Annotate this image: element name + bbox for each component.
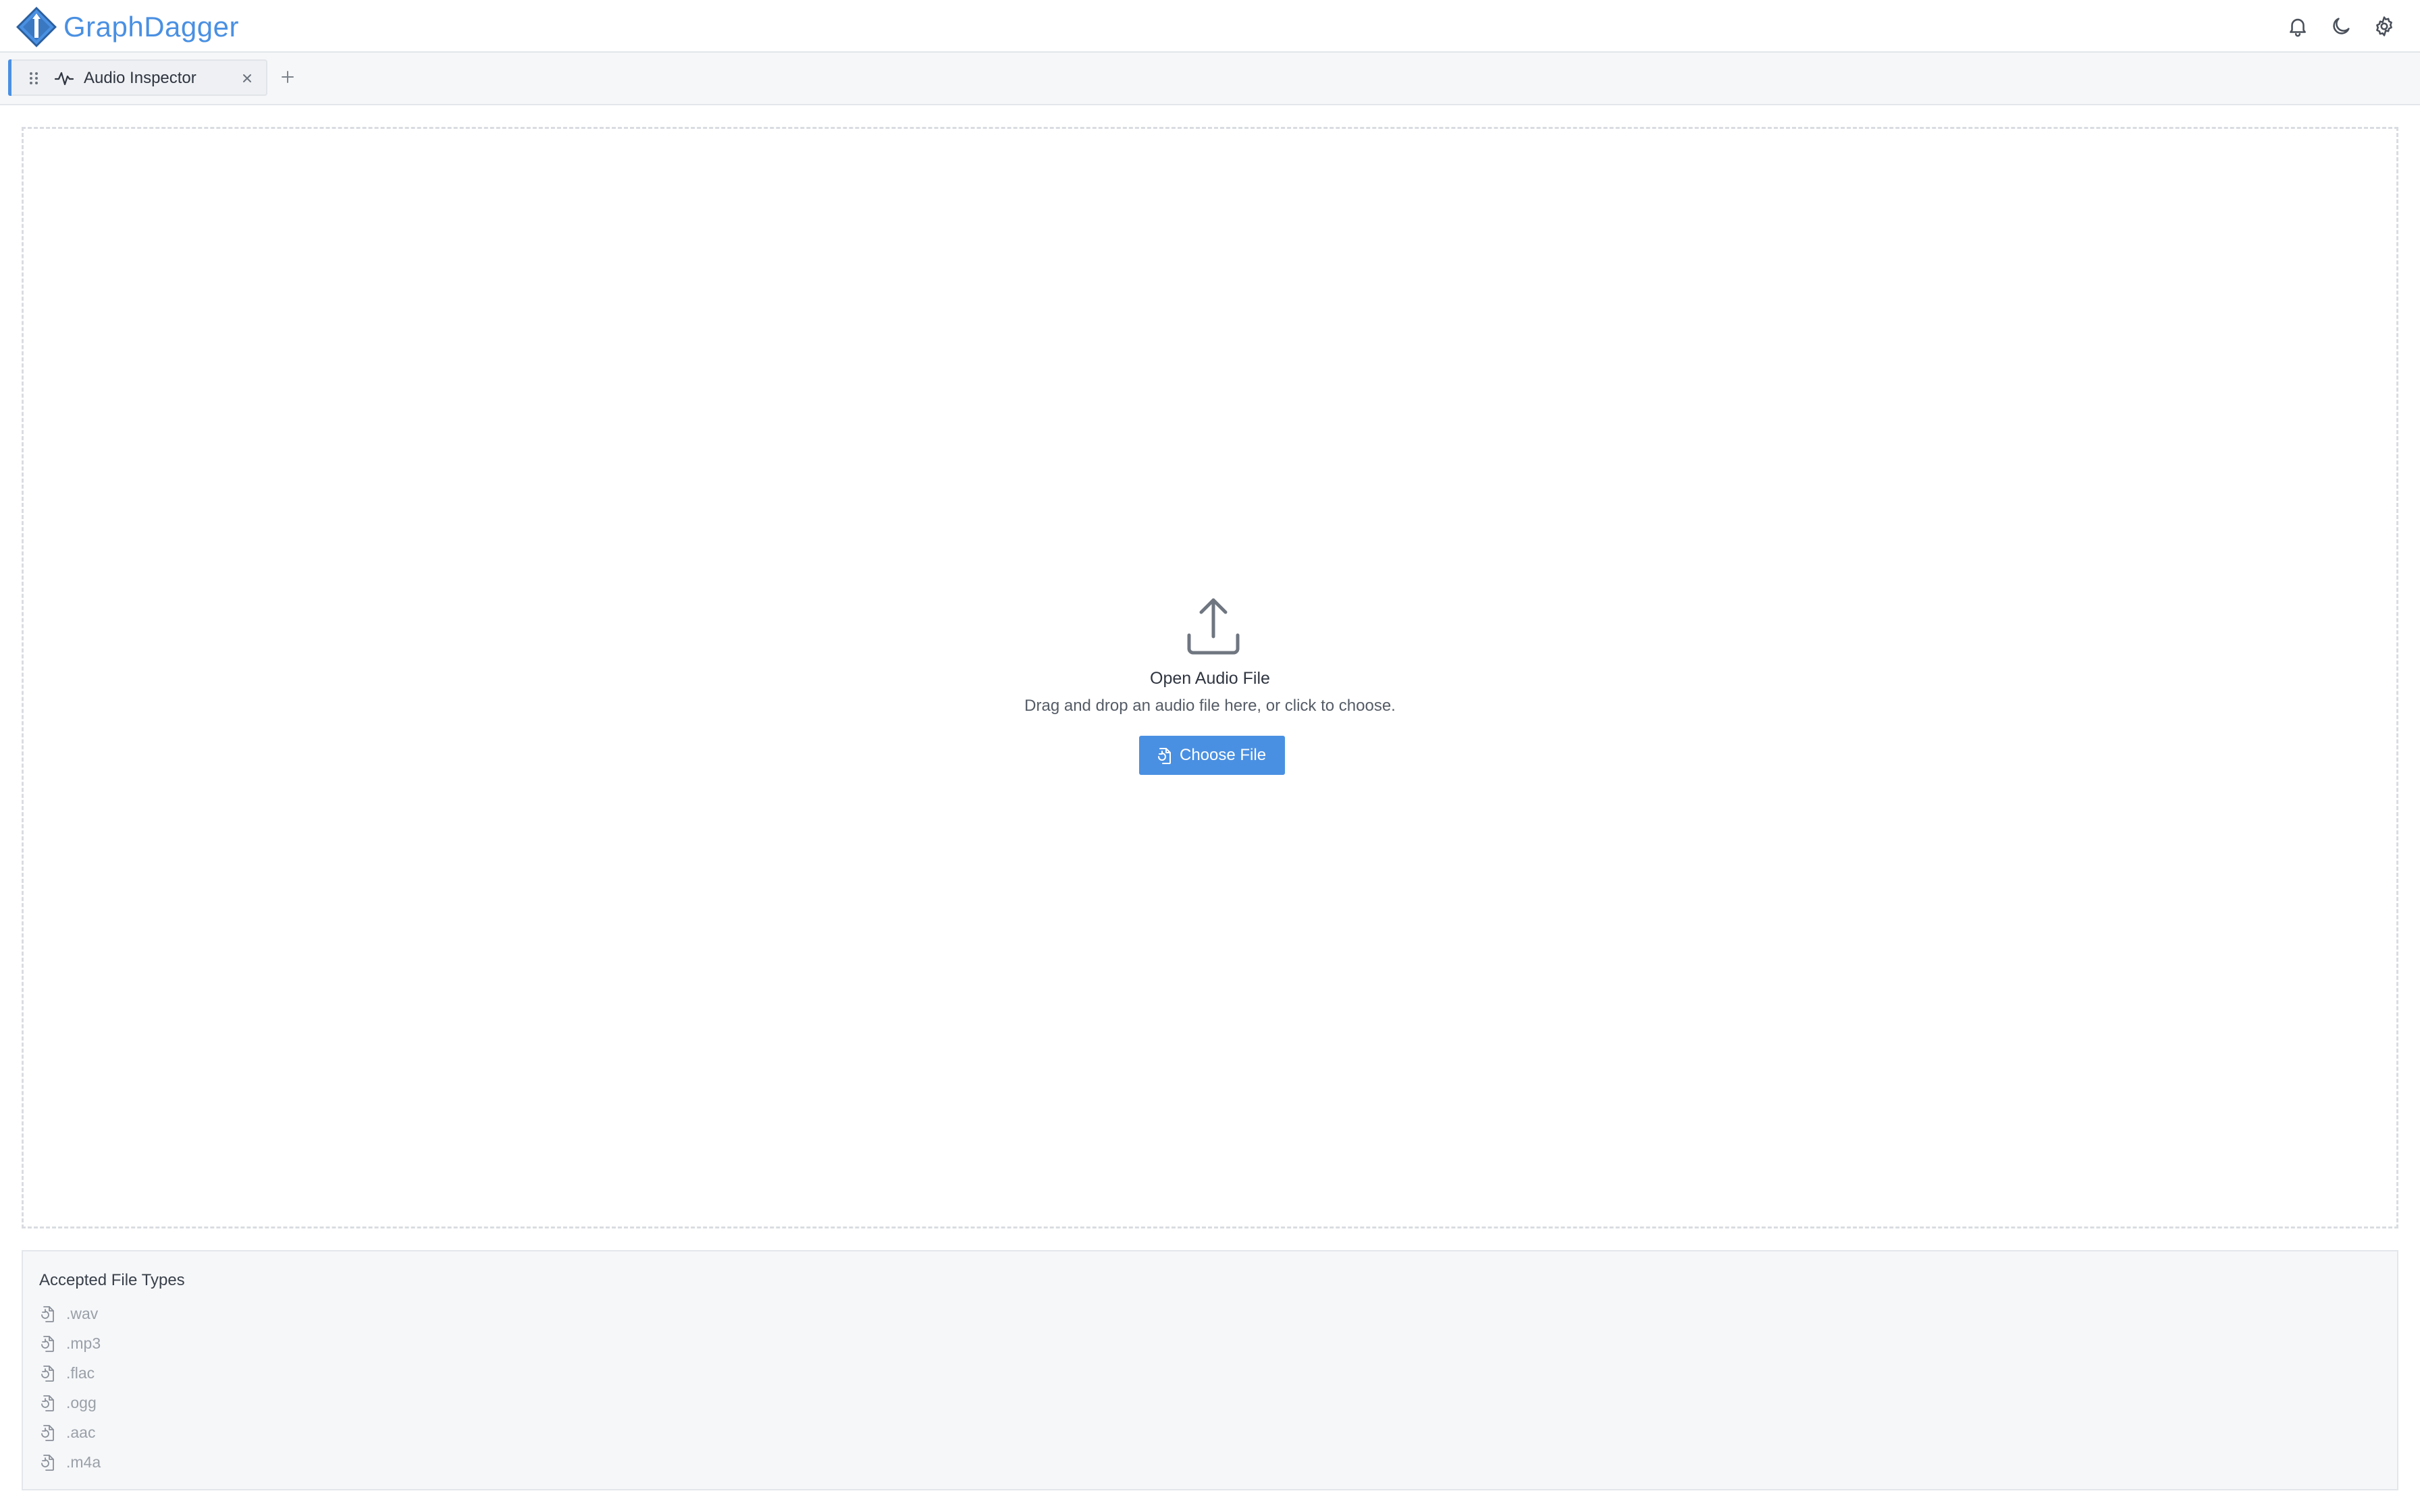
add-tab-button[interactable] [278,68,297,86]
drag-handle-icon[interactable] [27,70,41,86]
dropzone-subtitle: Drag and drop an audio file here, or cli… [1024,697,1396,715]
tab-bar: Audio Inspector [0,53,2420,105]
file-icon [41,1366,54,1382]
tab-label: Audio Inspector [84,69,196,87]
dropzone-title: Open Audio File [1150,669,1270,688]
moon-icon[interactable] [2330,15,2352,38]
file-icon [41,1395,54,1411]
tab-audio-inspector[interactable]: Audio Inspector [8,59,267,96]
file-icon [41,1336,54,1352]
brand-name[interactable]: GraphDagger [63,9,239,45]
file-icon [41,1455,54,1471]
accepted-types-title: Accepted File Types [39,1271,185,1289]
bell-icon[interactable] [2286,15,2309,38]
active-tab-indicator [8,59,11,96]
file-icon [41,1306,54,1322]
logo-icon[interactable] [15,5,58,49]
app-header: GraphDagger [0,0,2420,53]
file-icon [41,1425,54,1441]
choose-file-label: Choose File [1180,746,1267,764]
file-type-label: .wav [66,1305,99,1322]
file-icon [1158,748,1171,764]
upload-icon [1187,598,1240,655]
choose-file-button[interactable]: Choose File [1139,736,1285,775]
close-icon[interactable] [239,70,255,86]
file-drop-zone[interactable]: Open Audio File Drag and drop an audio f… [22,127,2398,1228]
file-type-label: .ogg [66,1394,97,1411]
file-type-label: .m4a [66,1453,101,1471]
file-type-label: .aac [66,1424,96,1441]
file-type-label: .mp3 [66,1334,101,1352]
gear-icon[interactable] [2373,15,2396,38]
waveform-icon [54,72,74,86]
accepted-file-types-panel: Accepted File Types .wav .mp3 .flac .ogg… [22,1250,2398,1490]
file-type-label: .flac [66,1364,95,1382]
